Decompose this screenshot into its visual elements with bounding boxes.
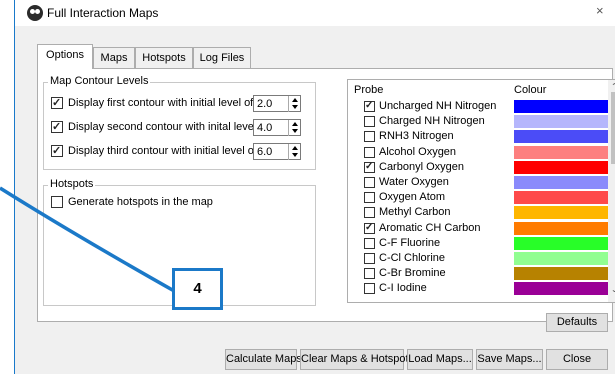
first-contour-spinbox[interactable]: 2.0	[253, 95, 301, 112]
first-contour-up-arrow-icon[interactable]	[288, 96, 300, 104]
probe-colour-swatch[interactable]	[514, 191, 615, 205]
probe-row[interactable]: C-Cl Chlorine	[354, 252, 615, 265]
probe-rows: Uncharged NH Nitrogen Charged NH Nitrogen…	[354, 100, 615, 299]
probe-checkbox[interactable]	[364, 177, 375, 188]
callout-number-badge: 4	[172, 268, 223, 310]
first-contour-down-arrow-icon[interactable]	[288, 104, 300, 112]
app-logo-icon	[27, 5, 43, 21]
probe-colour-swatch[interactable]	[514, 236, 615, 250]
window-close-icon[interactable]: ×	[596, 3, 604, 18]
probe-checkbox[interactable]	[364, 131, 375, 143]
probe-colour-swatch[interactable]	[514, 221, 615, 235]
probe-label: C-F Fluorine	[379, 236, 441, 249]
probe-label: Alcohol Oxygen	[379, 145, 457, 158]
hotspots-legend: Hotspots	[48, 178, 96, 190]
third-contour-label: Display third contour with initial level…	[68, 145, 257, 157]
third-contour-value: 6.0	[257, 146, 273, 158]
probe-label: C-I Iodine	[379, 282, 427, 295]
probe-row[interactable]: C-Br Bromine	[354, 267, 615, 281]
probe-label: C-Cl Chlorine	[379, 252, 446, 264]
probe-colour-swatch[interactable]	[514, 130, 615, 144]
probe-colour-swatch[interactable]	[514, 160, 615, 174]
probe-list-scrollbar[interactable]: ⌃ ⌄	[608, 80, 615, 302]
probe-checkbox[interactable]	[364, 222, 375, 234]
colour-column-header[interactable]: Colour	[514, 84, 546, 98]
probe-colour-swatch[interactable]	[514, 115, 615, 129]
first-contour-value: 2.0	[257, 98, 273, 110]
probe-column-header[interactable]: Probe	[354, 84, 383, 98]
probe-label: Water Oxygen	[379, 176, 449, 188]
generate-hotspots-checkbox[interactable]	[51, 196, 63, 208]
third-contour-spinbox[interactable]: 6.0	[253, 143, 301, 160]
window-title: Full Interaction Maps	[47, 6, 159, 20]
probe-row[interactable]: C-F Fluorine	[354, 236, 615, 250]
probe-colour-swatch[interactable]	[514, 252, 615, 265]
close-button[interactable]: Close	[546, 349, 608, 370]
probe-checkbox[interactable]	[364, 192, 375, 204]
probe-row[interactable]: Uncharged NH Nitrogen	[354, 100, 615, 113]
title-bar: Full Interaction Maps ×	[15, 0, 615, 26]
load-maps-button[interactable]: Load Maps...	[407, 349, 473, 370]
probe-row[interactable]: C-I Iodine	[354, 282, 615, 296]
dialog-window: Full Interaction Maps × Options Maps Hot…	[14, 0, 615, 374]
clear-maps-hotspots-button[interactable]: Clear Maps & Hotspots	[300, 349, 414, 370]
second-contour-value: 4.0	[257, 122, 273, 134]
second-contour-label: Display second contour with inital level…	[68, 121, 269, 133]
generate-hotspots-label: Generate hotspots in the map	[68, 196, 213, 208]
probe-row[interactable]: Alcohol Oxygen	[354, 145, 615, 159]
map-contour-legend: Map Contour Levels	[48, 75, 151, 87]
probe-checkbox[interactable]	[364, 253, 375, 264]
probe-colour-swatch[interactable]	[514, 145, 615, 159]
probe-checkbox[interactable]	[364, 146, 375, 158]
scroll-thumb[interactable]	[611, 92, 615, 164]
options-panel: Map Contour Levels Display first contour…	[37, 68, 615, 332]
tab-hotspots[interactable]: Hotspots	[135, 47, 193, 68]
tab-maps[interactable]: Maps	[93, 47, 135, 68]
probe-checkbox[interactable]	[364, 116, 375, 128]
probe-row[interactable]: RNH3 Nitrogen	[354, 130, 615, 144]
tab-options[interactable]: Options	[37, 44, 93, 69]
probe-checkbox[interactable]	[364, 207, 375, 219]
probe-label: C-Br Bromine	[379, 267, 446, 280]
probe-label: Charged NH Nitrogen	[379, 115, 485, 128]
probe-row[interactable]: Charged NH Nitrogen	[354, 115, 615, 129]
probe-checkbox[interactable]	[364, 268, 375, 280]
save-maps-button[interactable]: Save Maps...	[476, 349, 543, 370]
probe-colour-swatch[interactable]	[514, 100, 615, 113]
third-contour-up-arrow-icon[interactable]	[288, 144, 300, 152]
probe-row[interactable]: Water Oxygen	[354, 176, 615, 189]
tab-log-files[interactable]: Log Files	[193, 47, 251, 68]
probe-label: Oxygen Atom	[379, 191, 446, 204]
probe-label: Carbonyl Oxygen	[379, 160, 464, 173]
probe-label: Aromatic CH Carbon	[379, 221, 481, 234]
scroll-up-icon[interactable]: ⌃	[611, 82, 615, 91]
probe-row[interactable]: Oxygen Atom	[354, 191, 615, 205]
third-contour-checkbox[interactable]	[51, 144, 63, 157]
second-contour-checkbox[interactable]	[51, 120, 63, 133]
probe-colour-swatch[interactable]	[514, 206, 615, 220]
second-contour-up-arrow-icon[interactable]	[288, 120, 300, 128]
first-contour-checkbox[interactable]	[51, 96, 63, 109]
probe-label: RNH3 Nitrogen	[379, 130, 454, 143]
probe-label: Methyl Carbon	[379, 206, 451, 219]
probe-row[interactable]: Methyl Carbon	[354, 206, 615, 220]
calculate-maps-button[interactable]: Calculate Maps	[225, 349, 302, 370]
probe-checkbox[interactable]	[364, 161, 375, 173]
first-contour-label: Display first contour with initial level…	[68, 97, 254, 109]
probe-colour-swatch[interactable]	[514, 267, 615, 281]
third-contour-down-arrow-icon[interactable]	[288, 152, 300, 160]
second-contour-spinbox[interactable]: 4.0	[253, 119, 301, 136]
probe-checkbox[interactable]	[364, 237, 375, 249]
probe-colour-swatch[interactable]	[514, 282, 615, 296]
probe-row[interactable]: Carbonyl Oxygen	[354, 160, 615, 174]
probe-row[interactable]: Aromatic CH Carbon	[354, 221, 615, 235]
second-contour-down-arrow-icon[interactable]	[288, 128, 300, 136]
probe-colour-swatch[interactable]	[514, 176, 615, 189]
probe-checkbox[interactable]	[364, 283, 375, 295]
scroll-down-icon[interactable]: ⌄	[611, 285, 615, 294]
defaults-button[interactable]: Defaults	[546, 313, 608, 332]
probe-label: Uncharged NH Nitrogen	[379, 100, 497, 112]
probe-checkbox[interactable]	[364, 100, 375, 112]
